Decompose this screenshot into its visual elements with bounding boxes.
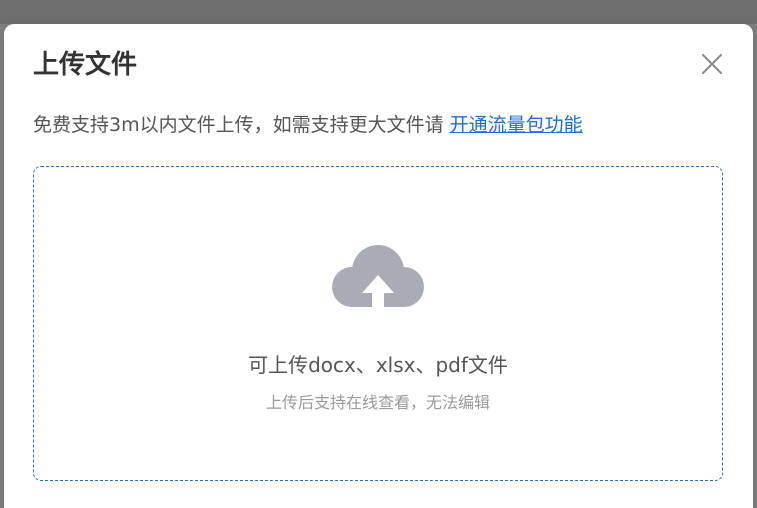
background-page-header xyxy=(0,0,757,24)
upload-dialog: 上传文件 免费支持3m以内文件上传，如需支持更大文件请 开通流量包功能 可上传d… xyxy=(4,24,753,508)
dialog-title: 上传文件 xyxy=(33,50,138,80)
cloud-upload-icon xyxy=(332,245,424,307)
size-limit-notice: 免费支持3m以内文件上传，如需支持更大文件请 开通流量包功能 xyxy=(33,110,583,140)
open-traffic-package-link[interactable]: 开通流量包功能 xyxy=(450,114,583,136)
close-button[interactable] xyxy=(694,46,730,82)
file-drop-zone[interactable]: 可上传docx、xlsx、pdf文件 上传后支持在线查看，无法编辑 xyxy=(33,166,723,481)
view-only-hint: 上传后支持在线查看，无法编辑 xyxy=(265,393,490,412)
close-icon xyxy=(702,54,722,74)
allowed-formats-text: 可上传docx、xlsx、pdf文件 xyxy=(248,353,508,377)
notice-text: 免费支持3m以内文件上传，如需支持更大文件请 xyxy=(33,114,450,136)
